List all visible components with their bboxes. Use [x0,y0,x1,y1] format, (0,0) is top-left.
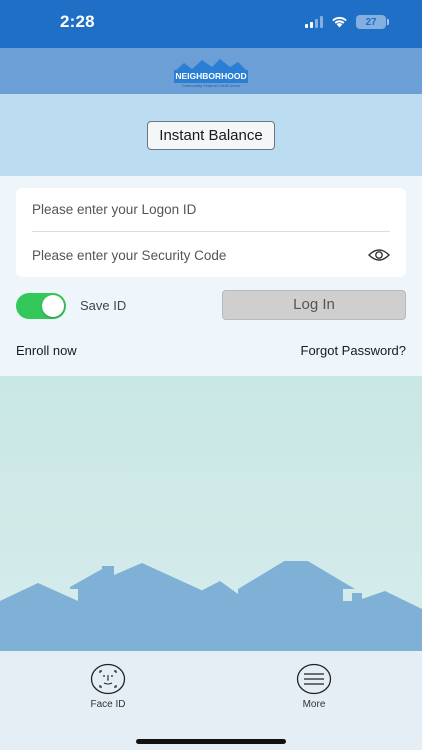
app-screen: 2:28 27 NEIGHBORHOOD Community Federal C… [0,0,422,750]
status-time: 2:28 [60,12,95,31]
face-id-button[interactable]: Face ID [78,663,138,710]
logon-id-placeholder: Please enter your Logon ID [32,202,197,217]
logo-banner: NEIGHBORHOOD Community Federal Credit Un… [0,48,422,94]
save-id-label: Save ID [80,298,127,313]
security-code-placeholder: Please enter your Security Code [32,247,227,263]
houses-illustration [0,376,422,651]
instant-balance-button[interactable]: Instant Balance [147,121,275,150]
brand-logo: NEIGHBORHOOD Community Federal Credit Un… [174,59,248,88]
bottom-nav: Face ID More [0,651,422,750]
signal-icon [305,16,323,28]
save-id-toggle[interactable] [16,293,66,319]
face-id-icon [90,663,126,695]
battery-icon: 27 [356,15,389,29]
credentials-card: Please enter your Logon ID Please enter … [16,188,406,277]
status-icons: 27 [305,15,389,29]
face-id-label: Face ID [90,699,126,710]
menu-icon [296,663,332,695]
logon-id-field[interactable]: Please enter your Logon ID [32,188,390,232]
instant-balance-band: Instant Balance [0,94,422,176]
login-button[interactable]: Log In [222,290,406,320]
eye-icon[interactable] [368,248,390,262]
logo-subtext: Community Federal Credit Union [182,83,240,88]
house-silhouettes [0,561,422,651]
toggle-knob [42,295,64,317]
security-code-field[interactable]: Please enter your Security Code [32,233,390,277]
more-label: More [302,699,326,710]
battery-level: 27 [365,16,377,28]
more-button[interactable]: More [284,663,344,710]
logo-text: NEIGHBORHOOD [175,71,246,81]
login-form: Please enter your Logon ID Please enter … [0,176,422,376]
forgot-password-link[interactable]: Forgot Password? [301,343,407,358]
wifi-icon [332,16,347,28]
enroll-now-link[interactable]: Enroll now [16,343,77,358]
status-bar: 2:28 27 [0,0,422,48]
home-indicator[interactable] [136,739,286,744]
